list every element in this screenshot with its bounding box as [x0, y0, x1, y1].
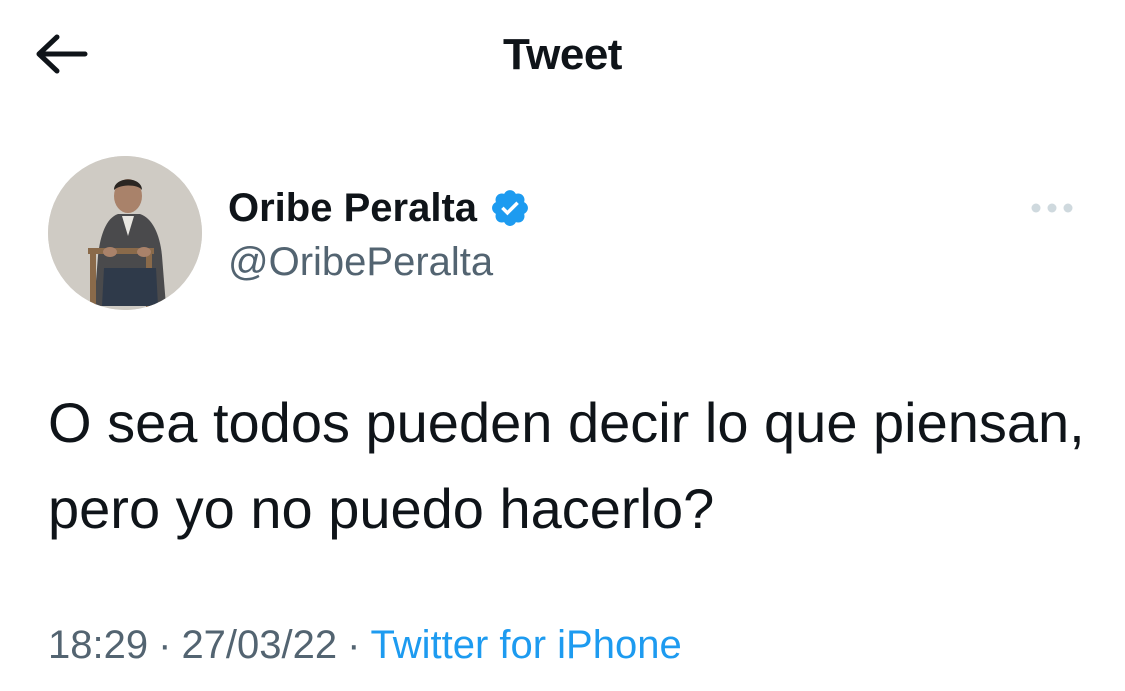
avatar[interactable] [48, 156, 202, 310]
tweet-meta: 18:29 · 27/03/22 · Twitter for iPhone [48, 620, 682, 670]
author-name-row[interactable]: Oribe Peralta [228, 180, 531, 236]
avatar-photo [48, 156, 202, 310]
meta-separator: · [158, 623, 172, 667]
tweet-source-link[interactable]: Twitter for iPhone [370, 623, 681, 667]
meta-separator: · [347, 623, 361, 667]
author-handle[interactable]: @OribePeralta [228, 237, 493, 287]
verified-badge-icon [489, 187, 531, 229]
tweet-time[interactable]: 18:29 [48, 623, 148, 667]
tweet-date[interactable]: 27/03/22 [181, 623, 337, 667]
more-horizontal-icon [1031, 203, 1073, 213]
tweet-detail-page: Tweet Oribe Peralta @OribePeralta O sea … [0, 0, 1125, 691]
tweet-text: O sea todos pueden decir lo que piensan,… [48, 391, 1085, 540]
author-name[interactable]: Oribe Peralta [228, 183, 477, 233]
more-button[interactable] [1020, 190, 1084, 226]
page-title: Tweet [503, 30, 622, 79]
